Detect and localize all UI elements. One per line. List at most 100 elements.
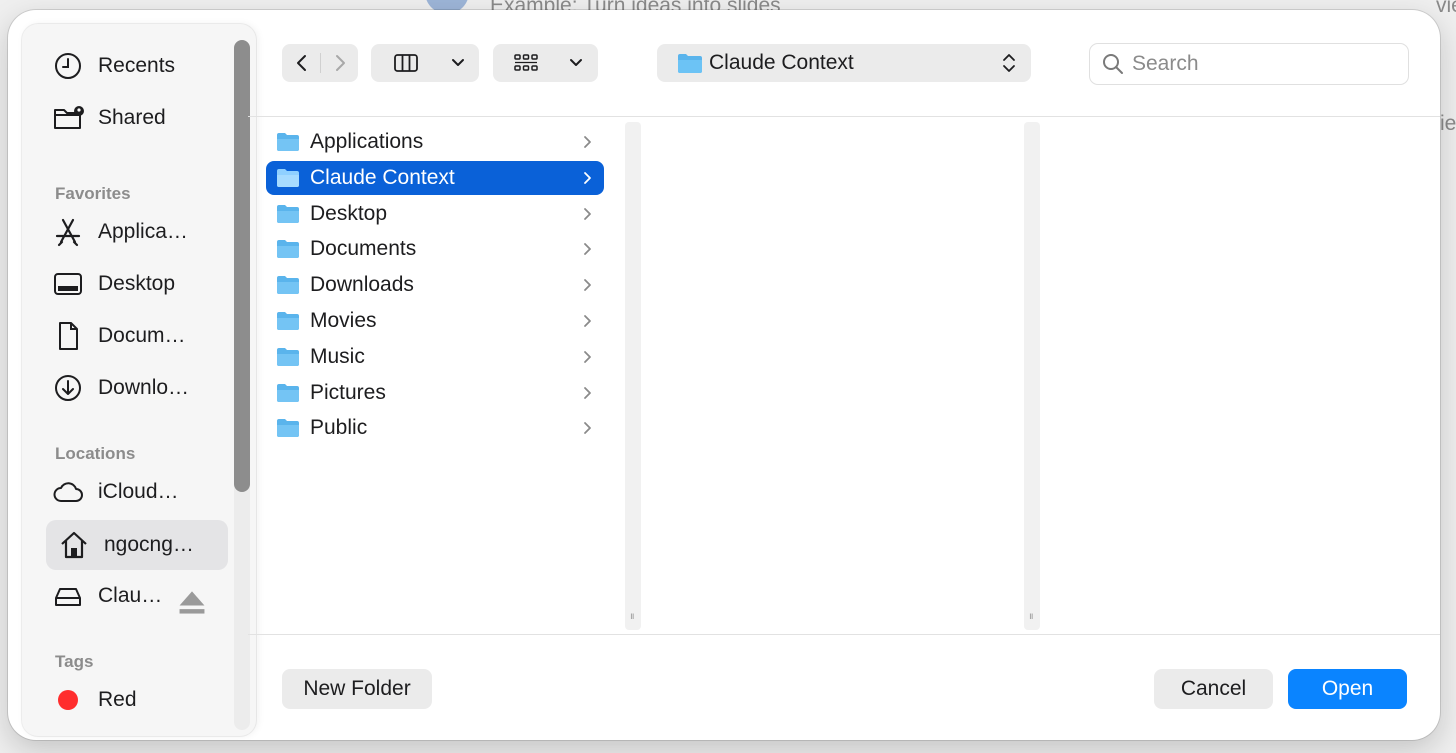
- new-folder-button[interactable]: New Folder: [282, 669, 432, 709]
- document-icon: [59, 322, 78, 350]
- chevron-right-icon: [584, 279, 591, 292]
- up-down-chevron-icon: [1003, 54, 1015, 72]
- red-tag-icon: [58, 690, 78, 710]
- browser-item-label: Desktop: [310, 201, 388, 225]
- open-button[interactable]: Open: [1288, 669, 1407, 709]
- applications-icon: [55, 218, 81, 247]
- sidebar-item-documents[interactable]: Docum…: [38, 312, 228, 360]
- browser-item-claude-context[interactable]: Claude Context: [266, 160, 604, 195]
- column-resize-handle[interactable]: ıı: [625, 122, 641, 630]
- clock-icon: [55, 53, 81, 79]
- home-icon: [61, 531, 87, 559]
- chevron-right-icon: [584, 207, 591, 220]
- browser-item-music[interactable]: Music: [266, 340, 604, 374]
- search-icon: [1103, 54, 1123, 74]
- browser-item-pictures[interactable]: Pictures: [266, 376, 604, 410]
- search-field[interactable]: [1089, 43, 1409, 85]
- browser-item-downloads[interactable]: Downloads: [266, 268, 604, 302]
- browser-item-label: Movies: [310, 309, 377, 332]
- background-side-text-2: ie: [1440, 112, 1456, 135]
- grid-group-icon: [514, 54, 538, 71]
- sidebar-scrollbar-thumb[interactable]: [234, 40, 250, 492]
- browser-item-label: Music: [310, 344, 365, 368]
- folder-icon: [277, 204, 299, 223]
- sidebar-item-icloud[interactable]: iCloud…: [38, 468, 228, 516]
- eject-icon[interactable]: [176, 586, 208, 618]
- cloud-icon: [53, 482, 83, 502]
- folder-icon: [277, 240, 299, 259]
- background-side-text: vie: [1436, 0, 1456, 17]
- sidebar-item-label: iCloud…: [98, 480, 179, 503]
- disk-icon: [55, 588, 81, 606]
- browser-item-label: Public: [310, 416, 368, 440]
- back-chevron-icon[interactable]: [292, 53, 312, 73]
- sidebar-item-shared[interactable]: Shared: [38, 94, 228, 142]
- sidebar-item-label: Clau…: [98, 584, 163, 607]
- column-resize-handle[interactable]: ıı: [1024, 122, 1040, 630]
- browser-item-label: Documents: [310, 237, 417, 261]
- open-file-dialog: Recents Shared Favorites Applica… Deskto…: [8, 10, 1440, 740]
- footer-separator: [248, 634, 1440, 635]
- group-by-button[interactable]: [493, 44, 598, 82]
- folder-icon: [277, 276, 299, 295]
- browser-item-desktop[interactable]: Desktop: [266, 197, 604, 231]
- browser-item-label: Applications: [310, 130, 424, 153]
- chevron-right-icon: [584, 136, 591, 148]
- browser-item-public[interactable]: Public: [266, 411, 604, 445]
- forward-chevron-icon[interactable]: [330, 53, 350, 73]
- path-popup-button[interactable]: Claude Context: [657, 44, 1031, 82]
- desktop-icon: [54, 273, 82, 295]
- sidebar-item-downloads[interactable]: Downlo…: [38, 364, 228, 412]
- sidebar-item-label: ngocng…: [104, 533, 194, 556]
- folder-icon: [277, 133, 299, 151]
- folder-icon: [277, 383, 299, 402]
- sidebar-item-label: Desktop: [98, 272, 176, 295]
- toolbar-divider: [320, 53, 321, 73]
- tags-heading: Tags: [55, 652, 94, 671]
- sidebar-item-label: Downlo…: [98, 376, 190, 399]
- toolbar-separator: [248, 116, 1440, 117]
- sidebar-item-disk[interactable]: Clau…: [38, 572, 228, 620]
- browser-item-label: Pictures: [310, 380, 386, 404]
- columns-view-icon: [394, 54, 418, 72]
- chevron-right-icon: [584, 171, 591, 184]
- browser-item-movies[interactable]: Movies: [266, 304, 604, 338]
- browser-item-label: Downloads: [310, 273, 414, 297]
- sidebar-item-recents[interactable]: Recents: [38, 42, 228, 90]
- chevron-right-icon: [584, 315, 591, 327]
- chevron-down-icon: [452, 59, 464, 66]
- sidebar: Recents Shared Favorites Applica… Deskto…: [22, 24, 256, 736]
- folder-icon: [277, 312, 299, 330]
- cancel-button[interactable]: Cancel: [1154, 669, 1273, 709]
- browser-item-label: Claude Context: [310, 165, 455, 189]
- sidebar-item-label: Red: [98, 688, 137, 711]
- browser-item-applications[interactable]: Applications: [266, 125, 604, 159]
- chevron-right-icon: [584, 422, 591, 435]
- folder-icon: [678, 54, 702, 73]
- folder-icon: [277, 419, 299, 438]
- sidebar-item-label: Docum…: [98, 324, 186, 347]
- sidebar-item-label: Shared: [98, 106, 166, 129]
- favorites-heading: Favorites: [55, 184, 131, 203]
- browser-item-documents[interactable]: Documents: [266, 232, 604, 266]
- chevron-right-icon: [584, 350, 591, 363]
- search-input[interactable]: [1132, 52, 1392, 76]
- sidebar-item-applications[interactable]: Applica…: [38, 208, 228, 256]
- path-popup-label: Claude Context: [709, 51, 854, 74]
- sidebar-item-home[interactable]: ngocng…: [46, 520, 228, 570]
- folder-icon: [277, 347, 299, 366]
- back-forward-group: [282, 44, 358, 82]
- sidebar-item-label: Recents: [98, 54, 176, 77]
- view-mode-button[interactable]: [371, 44, 479, 82]
- chevron-right-icon: [584, 243, 591, 256]
- chevron-right-icon: [584, 386, 591, 399]
- chevron-down-icon: [570, 59, 582, 66]
- locations-heading: Locations: [55, 444, 136, 463]
- sidebar-item-label: Applica…: [98, 220, 188, 243]
- shared-folder-icon: [54, 106, 84, 129]
- sidebar-item-tag-red[interactable]: Red: [38, 676, 228, 724]
- folder-icon: [277, 168, 299, 187]
- sidebar-item-desktop[interactable]: Desktop: [38, 260, 228, 308]
- download-icon: [55, 375, 81, 401]
- resize-grip-icon: ıı: [630, 611, 634, 622]
